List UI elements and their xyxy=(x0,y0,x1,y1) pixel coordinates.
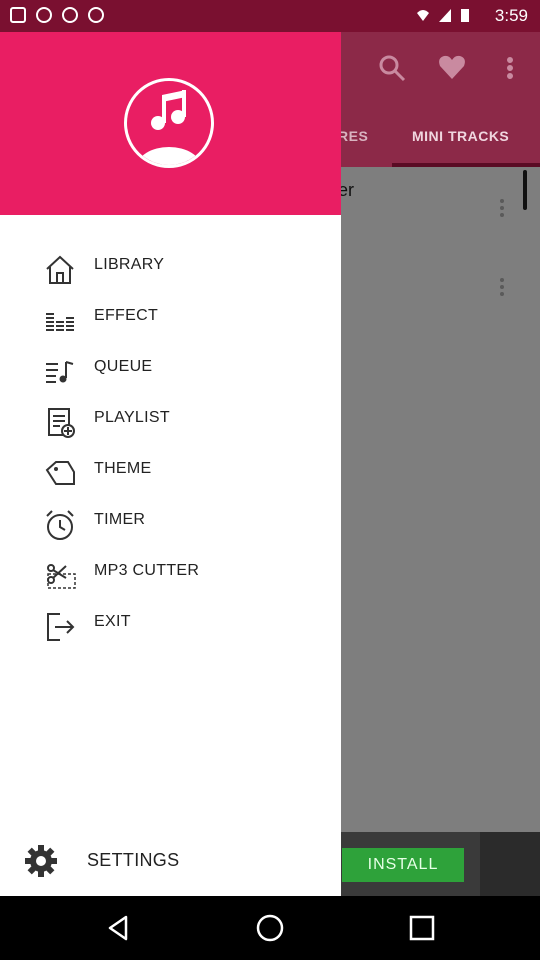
theme-tag-icon xyxy=(45,461,75,485)
install-button[interactable]: INSTALL xyxy=(342,848,464,882)
menu-item-theme[interactable]: THEME xyxy=(0,448,341,499)
signal-icon xyxy=(439,9,451,22)
status-bar: 3:59 xyxy=(0,0,540,32)
search-icon[interactable] xyxy=(378,54,406,82)
overflow-menu-icon[interactable] xyxy=(506,56,514,82)
scrollbar[interactable] xyxy=(523,170,527,210)
menu-item-effect[interactable]: EFFECT xyxy=(0,295,341,346)
menu-item-label: MP3 CUTTER xyxy=(94,562,200,579)
list-item-more-icon[interactable] xyxy=(500,275,506,299)
list-item-more-icon[interactable] xyxy=(500,196,506,220)
scissors-cutter-icon xyxy=(47,564,76,589)
notification-download-icon xyxy=(88,7,104,23)
menu-item-label: EFFECT xyxy=(94,307,159,324)
menu-item-playlist[interactable]: PLAYLIST xyxy=(0,397,341,448)
home-button-icon[interactable] xyxy=(254,912,286,944)
wifi-icon xyxy=(417,10,429,21)
battery-icon xyxy=(461,9,469,22)
menu-item-mp3-cutter[interactable]: MP3 CUTTER xyxy=(0,550,341,601)
back-icon[interactable] xyxy=(102,912,134,944)
menu-item-label: LIBRARY xyxy=(94,256,165,273)
notification-app-icon xyxy=(10,7,26,23)
drawer-header xyxy=(0,32,341,215)
system-status-icons xyxy=(416,7,470,23)
menu-item-queue[interactable]: QUEUE xyxy=(0,346,341,397)
notification-icons xyxy=(10,7,104,23)
menu-item-library[interactable]: LIBRARY xyxy=(0,244,341,295)
menu-item-label: TIMER xyxy=(94,511,146,528)
home-icon xyxy=(46,255,74,284)
alarm-clock-icon xyxy=(46,510,74,540)
menu-item-exit[interactable]: EXIT xyxy=(0,601,341,652)
menu-item-label: PLAYLIST xyxy=(94,409,170,426)
settings-label: SETTINGS xyxy=(87,850,180,870)
music-note-avatar-icon xyxy=(124,78,214,168)
system-navigation-bar xyxy=(0,896,540,960)
menu-item-label: THEME xyxy=(94,460,152,477)
notification-music-icon xyxy=(62,7,78,23)
menu-item-label: QUEUE xyxy=(94,358,153,375)
gear-icon xyxy=(25,845,57,877)
ad-thumbnail xyxy=(480,832,540,896)
navigation-drawer: LIBRARY EFFECT QUEUE PLAYLIST THEME TIME… xyxy=(0,32,341,896)
notification-sync-icon xyxy=(36,7,52,23)
tab-mini-tracks[interactable]: MINI TRACKS xyxy=(412,128,509,144)
menu-item-label: EXIT xyxy=(94,613,131,630)
status-time: 3:59 xyxy=(494,6,528,25)
menu-item-timer[interactable]: TIMER xyxy=(0,499,341,550)
exit-icon xyxy=(47,613,75,641)
playlist-add-icon xyxy=(48,408,75,438)
recents-icon[interactable] xyxy=(406,912,438,944)
equalizer-icon xyxy=(46,313,74,331)
settings-button[interactable]: SETTINGS xyxy=(0,836,341,884)
queue-music-icon xyxy=(46,361,74,383)
tab-genres[interactable]: RES xyxy=(338,128,368,144)
tab-indicator xyxy=(392,163,540,167)
heart-icon[interactable] xyxy=(437,54,467,80)
